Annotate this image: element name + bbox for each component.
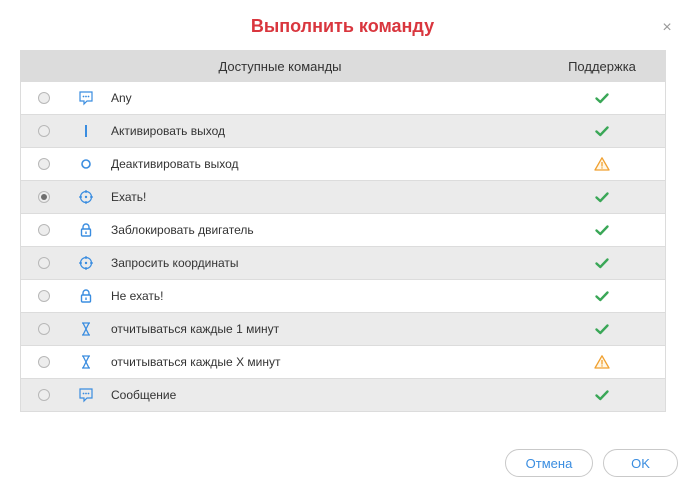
table-row[interactable]: Заблокировать двигатель bbox=[21, 214, 665, 247]
commands-table: Доступные команды Поддержка Any Активиров… bbox=[20, 50, 666, 412]
command-radio[interactable] bbox=[38, 356, 50, 368]
header-support: Поддержка bbox=[568, 59, 636, 74]
table-row[interactable]: Ехать! bbox=[21, 181, 665, 214]
check-icon bbox=[539, 387, 665, 403]
warning-icon bbox=[539, 354, 665, 370]
radio-cell bbox=[21, 389, 67, 401]
command-radio[interactable] bbox=[38, 224, 50, 236]
radio-cell bbox=[21, 125, 67, 137]
command-label: отчитываться каждые X минут bbox=[111, 355, 281, 369]
command-label: Сообщение bbox=[111, 388, 177, 402]
circle-icon bbox=[67, 156, 105, 172]
execute-command-dialog: Выполнить команду × Доступные команды По… bbox=[0, 0, 685, 484]
command-radio[interactable] bbox=[38, 125, 50, 137]
radio-cell bbox=[21, 191, 67, 203]
radio-cell bbox=[21, 290, 67, 302]
radio-cell bbox=[21, 257, 67, 269]
table-row[interactable]: Деактивировать выход bbox=[21, 148, 665, 181]
check-icon bbox=[539, 288, 665, 304]
check-icon bbox=[539, 123, 665, 139]
check-icon bbox=[539, 189, 665, 205]
command-radio[interactable] bbox=[38, 158, 50, 170]
command-radio[interactable] bbox=[38, 257, 50, 269]
radio-cell bbox=[21, 158, 67, 170]
table-row[interactable]: Any bbox=[21, 82, 665, 115]
hourglass-icon bbox=[67, 321, 105, 337]
check-icon bbox=[539, 321, 665, 337]
check-icon bbox=[539, 222, 665, 238]
table-row[interactable]: отчитываться каждые 1 минут bbox=[21, 313, 665, 346]
line-icon bbox=[67, 123, 105, 139]
crosshair-icon bbox=[67, 255, 105, 271]
message-icon bbox=[67, 90, 105, 106]
command-radio[interactable] bbox=[38, 191, 50, 203]
command-radio[interactable] bbox=[38, 290, 50, 302]
ok-button[interactable]: OK bbox=[603, 449, 678, 477]
table-row[interactable]: Сообщение bbox=[21, 379, 665, 412]
command-label: Не ехать! bbox=[111, 289, 164, 303]
command-label: Деактивировать выход bbox=[111, 157, 239, 171]
table-body: Any Активировать выход Деактивировать выхо… bbox=[21, 82, 665, 412]
message-icon bbox=[67, 387, 105, 403]
warning-icon bbox=[539, 156, 665, 172]
table-row[interactable]: Запросить координаты bbox=[21, 247, 665, 280]
table-row[interactable]: Не ехать! bbox=[21, 280, 665, 313]
command-radio[interactable] bbox=[38, 92, 50, 104]
command-label: Запросить координаты bbox=[111, 256, 239, 270]
check-icon bbox=[539, 255, 665, 271]
table-row[interactable]: отчитываться каждые X минут bbox=[21, 346, 665, 379]
check-icon bbox=[539, 90, 665, 106]
command-label: Any bbox=[111, 91, 132, 105]
radio-cell bbox=[21, 224, 67, 236]
command-label: Активировать выход bbox=[111, 124, 226, 138]
command-radio[interactable] bbox=[38, 323, 50, 335]
radio-cell bbox=[21, 323, 67, 335]
lock-icon bbox=[67, 288, 105, 304]
hourglass-icon bbox=[67, 354, 105, 370]
lock-icon bbox=[67, 222, 105, 238]
radio-cell bbox=[21, 92, 67, 104]
command-label: Ехать! bbox=[111, 190, 147, 204]
cancel-button[interactable]: Отмена bbox=[505, 449, 593, 477]
table-header: Доступные команды Поддержка bbox=[21, 51, 665, 82]
command-label: отчитываться каждые 1 минут bbox=[111, 322, 280, 336]
radio-cell bbox=[21, 356, 67, 368]
table-row[interactable]: Активировать выход bbox=[21, 115, 665, 148]
crosshair-icon bbox=[67, 189, 105, 205]
close-icon[interactable]: × bbox=[659, 20, 675, 36]
command-label: Заблокировать двигатель bbox=[111, 223, 254, 237]
dialog-title: Выполнить команду bbox=[250, 16, 435, 36]
header-available-commands: Доступные команды bbox=[218, 59, 342, 74]
command-radio[interactable] bbox=[38, 389, 50, 401]
